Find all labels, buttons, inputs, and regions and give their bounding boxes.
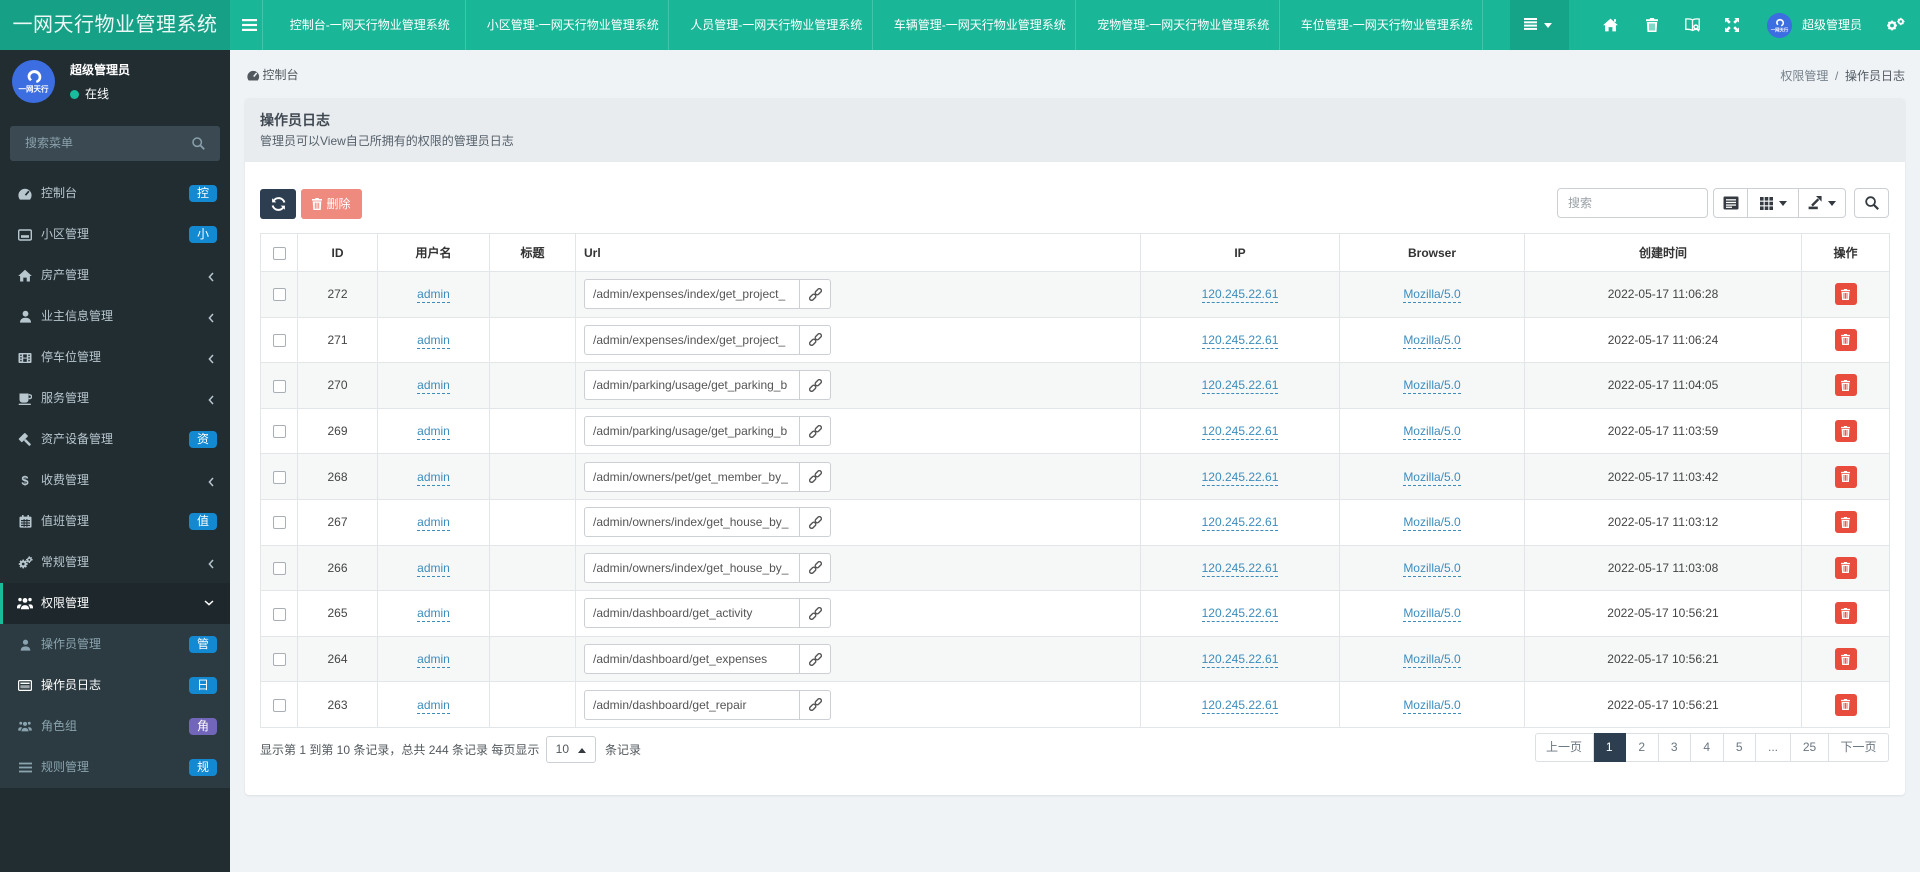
svg-text:一网天行: 一网天行 <box>19 84 49 94</box>
svg-text:一网天行: 一网天行 <box>1771 26 1789 33</box>
